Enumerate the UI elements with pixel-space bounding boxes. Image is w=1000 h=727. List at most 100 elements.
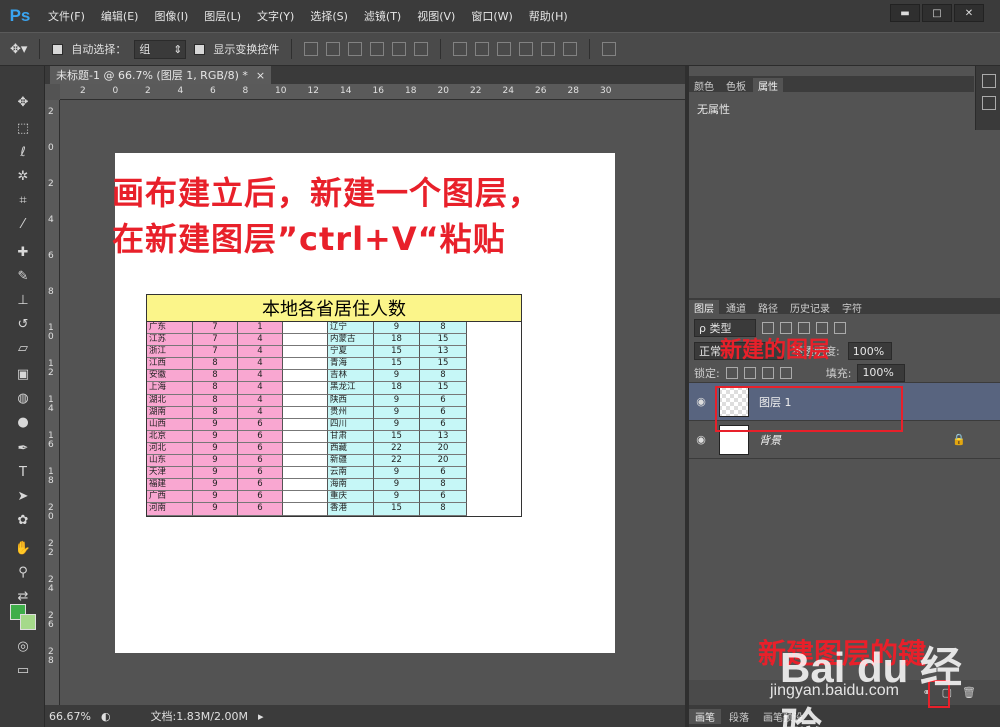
quick-mask-icon[interactable]: ◎ [12, 636, 34, 656]
auto-select-dropdown[interactable]: 组 ⇕ [134, 39, 187, 59]
tab-swatches[interactable]: 色板 [721, 78, 751, 93]
eraser-tool-icon[interactable]: ▱ [12, 338, 34, 358]
table-cell: 6 [238, 418, 283, 431]
stamp-tool-icon[interactable]: ⊥ [12, 290, 34, 310]
marquee-tool-icon[interactable]: ⬚ [12, 118, 34, 138]
table-cell: 7 [193, 346, 238, 359]
align-bottom-icon[interactable] [348, 42, 363, 56]
properties-tabs: 颜色 色板 属性 [689, 76, 974, 93]
layer-name[interactable]: 背景 [759, 432, 781, 448]
tab-paths[interactable]: 路径 [753, 300, 783, 315]
lock-pixels-icon[interactable] [743, 366, 756, 379]
visibility-eye-icon[interactable]: ◉ [689, 433, 713, 446]
menu-edit[interactable]: 编辑(E) [93, 0, 147, 32]
distribute-left-icon[interactable] [519, 42, 534, 56]
ruler-tick-label: 8 [242, 86, 249, 96]
panel-toggle-icon[interactable] [982, 74, 996, 88]
move-tool-icon[interactable]: ✥ [12, 92, 34, 112]
healing-tool-icon[interactable]: ✚ [12, 242, 34, 262]
tab-properties[interactable]: 属性 [753, 78, 783, 93]
table-row: 河北 9 6 西藏 22 20 [147, 442, 521, 456]
menu-filter[interactable]: 滤镜(T) [356, 0, 409, 32]
horizontal-ruler[interactable]: 2 0 2 4 6 8 10 12 14 16 18 20 22 24 26 28 30 [60, 84, 685, 100]
status-arrow-icon[interactable]: ▸ [258, 710, 264, 723]
path-selection-tool-icon[interactable]: ➤ [12, 486, 34, 506]
tab-brush[interactable]: 画笔 [689, 708, 721, 724]
lasso-tool-icon[interactable]: ℓ [12, 142, 34, 162]
shape-tool-icon[interactable]: ✿ [12, 510, 34, 530]
distribute-hcenter-icon[interactable] [541, 42, 556, 56]
tab-character[interactable]: 字符 [837, 300, 867, 315]
distribute-right-icon[interactable] [563, 42, 578, 56]
table-cell: 9 [374, 394, 420, 407]
menu-layer[interactable]: 图层(L) [196, 0, 249, 32]
lock-position-icon[interactable] [761, 366, 774, 379]
eyedropper-tool-icon[interactable]: ⁄ [12, 214, 34, 234]
close-tab-icon[interactable]: × [256, 69, 265, 82]
menu-file[interactable]: 文件(F) [40, 0, 93, 32]
distribute-vcenter-icon[interactable] [475, 42, 490, 56]
table-cell: 6 [420, 491, 467, 504]
background-color-swatch[interactable] [20, 614, 36, 630]
menu-select[interactable]: 选择(S) [302, 0, 356, 32]
document-tab[interactable]: 未标题-1 @ 66.7% (图层 1, RGB/8) * × [50, 66, 272, 84]
table-cell: 6 [420, 467, 467, 480]
vertical-ruler[interactable]: 2 0 2 4 6 8 1 0 1 2 1 4 1 6 1 8 2 0 2 2 2 4 2 6 2 8 [45, 100, 60, 705]
type-tool-icon[interactable]: T [12, 462, 34, 482]
crop-tool-icon[interactable]: ⌗ [12, 190, 34, 210]
zoom-tool-icon[interactable]: ⚲ [12, 562, 34, 582]
filter-smart-object-icon[interactable] [834, 322, 846, 334]
lock-all-icon[interactable] [779, 366, 792, 379]
move-tool-icon[interactable]: ✥▾ [10, 42, 27, 57]
pen-tool-icon[interactable]: ✒ [12, 438, 34, 458]
close-button[interactable]: ✕ [954, 4, 984, 22]
magic-wand-tool-icon[interactable]: ✲ [12, 166, 34, 186]
brush-tool-icon[interactable]: ✎ [12, 266, 34, 286]
hand-tool-icon[interactable]: ✋ [12, 538, 34, 558]
table-cell: 8 [420, 479, 467, 492]
auto-select-checkbox[interactable] [52, 43, 64, 55]
align-top-icon[interactable] [304, 42, 319, 56]
opacity-input[interactable]: 100% [847, 342, 892, 360]
screen-mode-icon[interactable]: ▭ [12, 660, 34, 680]
history-brush-tool-icon[interactable]: ↺ [12, 314, 34, 334]
dodge-tool-icon[interactable]: ● [12, 412, 34, 432]
menu-help[interactable]: 帮助(H) [521, 0, 576, 32]
fill-input[interactable]: 100% [857, 363, 906, 382]
lock-transparent-icon[interactable] [725, 366, 738, 379]
gradient-tool-icon[interactable]: ▣ [12, 364, 34, 384]
tab-paragraph[interactable]: 段落 [723, 709, 755, 724]
table-row: 湖南 8 4 贵州 9 6 [147, 406, 521, 419]
align-right-icon[interactable] [414, 42, 429, 56]
align-left-icon[interactable] [370, 42, 385, 56]
maximize-button[interactable]: □ [922, 4, 952, 22]
zoom-level[interactable]: 66.67% [49, 710, 91, 723]
tab-history[interactable]: 历史记录 [785, 300, 835, 315]
menu-window[interactable]: 窗口(W) [463, 0, 520, 32]
table-cell: 陕西 [328, 394, 374, 407]
distribute-top-icon[interactable] [453, 42, 468, 56]
align-vcenter-icon[interactable] [326, 42, 341, 56]
align-hcenter-icon[interactable] [392, 42, 407, 56]
table-cell [283, 334, 328, 347]
tab-layers[interactable]: 图层 [689, 300, 719, 315]
menu-type[interactable]: 文字(Y) [249, 0, 302, 32]
table-cell: 河南 [147, 503, 193, 516]
minimize-button[interactable]: ▬ [890, 4, 920, 22]
tab-channels[interactable]: 通道 [721, 300, 751, 315]
visibility-eye-icon[interactable]: ◉ [689, 395, 713, 408]
swap-colors-icon[interactable]: ⇄ [12, 586, 34, 606]
show-transform-checkbox[interactable] [194, 43, 206, 55]
status-icon[interactable]: ◐ [101, 710, 111, 723]
menu-image[interactable]: 图像(I) [146, 0, 196, 32]
ruler-tick-label: 2 [48, 179, 54, 189]
table-cell: 四川 [328, 418, 374, 431]
tab-color[interactable]: 颜色 [689, 78, 719, 93]
menu-view[interactable]: 视图(V) [409, 0, 463, 32]
blur-tool-icon[interactable]: ◍ [12, 388, 34, 408]
distribute-bottom-icon[interactable] [497, 42, 512, 56]
table-cell: 重庆 [328, 491, 374, 504]
ruler-tick-label: 2 2 [48, 539, 54, 558]
auto-align-icon[interactable] [602, 42, 617, 56]
panel-toggle-icon[interactable] [982, 96, 996, 110]
